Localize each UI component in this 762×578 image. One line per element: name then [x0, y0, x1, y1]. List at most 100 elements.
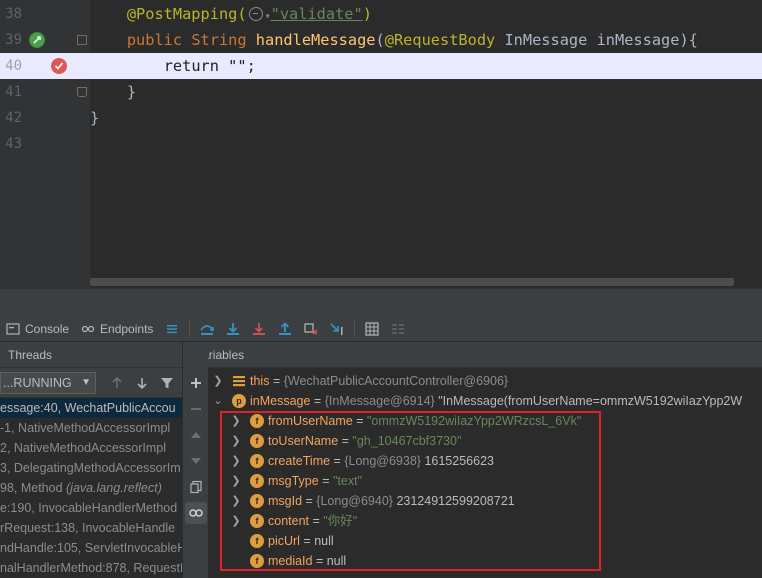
step-into-button[interactable]	[222, 318, 244, 340]
chevron-right-icon[interactable]: ❯	[230, 431, 242, 451]
code-line-40-current[interactable]: 40 return "";	[0, 53, 762, 79]
field-icon: f	[250, 434, 264, 448]
chevron-right-icon[interactable]: ❯	[230, 491, 242, 511]
thread-selector-dropdown[interactable]: ...RUNNING ▼	[0, 372, 96, 394]
variable-row-field[interactable]: ❯ f msgType = "text"	[208, 471, 762, 491]
arrow-up-icon[interactable]	[106, 372, 128, 394]
fold-marker-icon[interactable]	[77, 87, 87, 97]
threads-menu-button[interactable]	[161, 318, 183, 340]
field-icon: f	[250, 454, 264, 468]
field-icon: f	[250, 474, 264, 488]
field-icon: f	[250, 514, 264, 528]
field-icon: f	[250, 554, 264, 568]
line-number: 42	[5, 110, 22, 126]
frame-item[interactable]: nalHandlerMethod:878, RequestM	[0, 558, 182, 578]
move-up-button[interactable]	[185, 424, 207, 446]
variable-text: fromUserName = "ommzW5192wiIazYpp2WRzcsL…	[268, 414, 582, 428]
run-to-cursor-button[interactable]	[326, 318, 348, 340]
variable-text: content = "你好"	[268, 514, 358, 528]
variable-row-field[interactable]: ❯ f msgId = {Long@6940} 23124912599208721	[208, 491, 762, 511]
fold-marker-icon[interactable]	[77, 35, 87, 45]
field-icon: f	[250, 494, 264, 508]
copy-icon[interactable]	[185, 476, 207, 498]
line-number: 38	[5, 6, 22, 22]
chevron-down-icon: ▼	[81, 377, 91, 388]
toolbar-separator	[354, 320, 356, 337]
endpoints-label: Endpoints	[100, 321, 154, 336]
horizontal-scrollbar[interactable]	[90, 278, 734, 286]
frame-item[interactable]: -1, NativeMethodAccessorImpl	[0, 418, 182, 438]
threads-panel: Threads ...RUNNING ▼ essage:40, WechatPu…	[0, 342, 182, 578]
tab-console[interactable]: Console	[0, 316, 75, 342]
drop-frame-button[interactable]	[300, 318, 322, 340]
chevron-right-icon[interactable]: ❯	[230, 451, 242, 471]
frame-item[interactable]: 2, NativeMethodAccessorImpl	[0, 438, 182, 458]
chevron-right-icon[interactable]: ❯	[230, 471, 242, 491]
chevron-down-icon[interactable]: ⌄	[212, 391, 224, 411]
step-out-button[interactable]	[274, 318, 296, 340]
breakpoint-icon[interactable]	[51, 58, 67, 74]
force-step-into-button[interactable]	[248, 318, 270, 340]
field-icon: f	[250, 534, 264, 548]
variable-row-field[interactable]: ❯ f createTime = {Long@6938} 1615256623	[208, 451, 762, 471]
variable-text: inMessage = {InMessage@6914} "InMessage(…	[250, 394, 743, 408]
frame-item[interactable]: e:190, InvocableHandlerMethod	[0, 498, 182, 518]
debug-toolbar: Console Endpoints	[0, 316, 762, 342]
code-text: return "";	[163, 57, 256, 75]
frame-item[interactable]: ndHandle:105, ServletInvocableH	[0, 538, 182, 558]
thread-selector-bar: ...RUNNING ▼	[0, 368, 182, 398]
add-watch-button[interactable]	[185, 372, 207, 394]
thread-selector-value: ...RUNNING	[3, 376, 72, 390]
frame-item[interactable]: essage:40, WechatPublicAccou	[0, 398, 182, 418]
arrow-down-icon[interactable]	[131, 372, 153, 394]
object-list-icon	[232, 374, 246, 388]
variable-row-field[interactable]: ❯ f toUserName = "gh_10467cbf3730"	[208, 431, 762, 451]
variable-row-inmessage[interactable]: ⌄ p inMessage = {InMessage@6914} "InMess…	[208, 391, 762, 411]
trace-stream-button[interactable]	[387, 318, 409, 340]
line-number: 40	[5, 58, 22, 74]
code-editor[interactable]: 38 @PostMapping(▾"validate") 39 public S…	[0, 0, 762, 288]
evaluate-expression-button[interactable]	[361, 318, 383, 340]
variable-row-field[interactable]: f picUrl = null	[208, 531, 762, 551]
frames-list: essage:40, WechatPublicAccou -1, NativeM…	[0, 398, 182, 578]
variable-text: createTime = {Long@6938} 1615256623	[268, 454, 494, 468]
move-down-button[interactable]	[185, 450, 207, 472]
frame-item[interactable]: rRequest:138, InvocableHandle	[0, 518, 182, 538]
line-number: 39	[5, 32, 22, 48]
code-text: }	[90, 109, 100, 127]
frame-item[interactable]: 98, Method (java.lang.reflect)	[0, 478, 182, 498]
remove-watch-button[interactable]	[185, 398, 207, 420]
chevron-right-icon[interactable]: ❯	[212, 371, 224, 391]
field-list: ❯ f fromUserName = "ommzW5192wiIazYpp2WRzc…	[208, 411, 762, 571]
field-icon: f	[250, 414, 264, 428]
code-text: public String handleMessage(@RequestBody…	[126, 31, 698, 49]
line-number: 41	[5, 84, 22, 100]
variable-row-this[interactable]: ❯ this = {WechatPublicAccountController@…	[208, 371, 762, 391]
variable-row-field[interactable]: ❯ f content = "你好"	[208, 511, 762, 531]
variable-text: picUrl = null	[268, 534, 334, 548]
code-line-41[interactable]: 41 }	[0, 79, 762, 105]
variable-text: msgType = "text"	[268, 474, 362, 488]
frame-item[interactable]: 3, DelegatingMethodAccessorIm	[0, 458, 182, 478]
spring-bean-icon[interactable]	[29, 32, 45, 48]
variable-row-field[interactable]: f mediaId = null	[208, 551, 762, 571]
tab-endpoints[interactable]: Endpoints	[75, 316, 159, 342]
variable-text: msgId = {Long@6940} 23124912599208721	[268, 494, 515, 508]
parameter-icon: p	[232, 394, 246, 408]
code-line-43[interactable]: 43	[0, 131, 762, 157]
filter-icon[interactable]	[156, 372, 178, 394]
show-watches-icon[interactable]	[185, 502, 207, 524]
variables-panel: Variables ❯ this = {WechatPublicAccountC…	[208, 342, 762, 578]
chevron-right-icon[interactable]: ❯	[230, 511, 242, 531]
code-text: @PostMapping(▾"validate")	[126, 5, 372, 23]
step-over-button[interactable]	[196, 318, 218, 340]
code-line-39[interactable]: 39 public String handleMessage(@RequestB…	[0, 27, 762, 53]
editor-panel-divider[interactable]	[0, 288, 762, 316]
code-line-38[interactable]: 38 @PostMapping(▾"validate")	[0, 1, 762, 27]
toolbar-separator	[189, 320, 191, 337]
variable-row-field[interactable]: ❯ f fromUserName = "ommzW5192wiIazYpp2WRzc…	[208, 411, 762, 431]
chevron-right-icon[interactable]: ❯	[230, 411, 242, 431]
web-endpoint-icon[interactable]	[248, 7, 263, 21]
variable-text: this = {WechatPublicAccountController@69…	[250, 374, 509, 388]
code-line-42[interactable]: 42 }	[0, 105, 762, 131]
